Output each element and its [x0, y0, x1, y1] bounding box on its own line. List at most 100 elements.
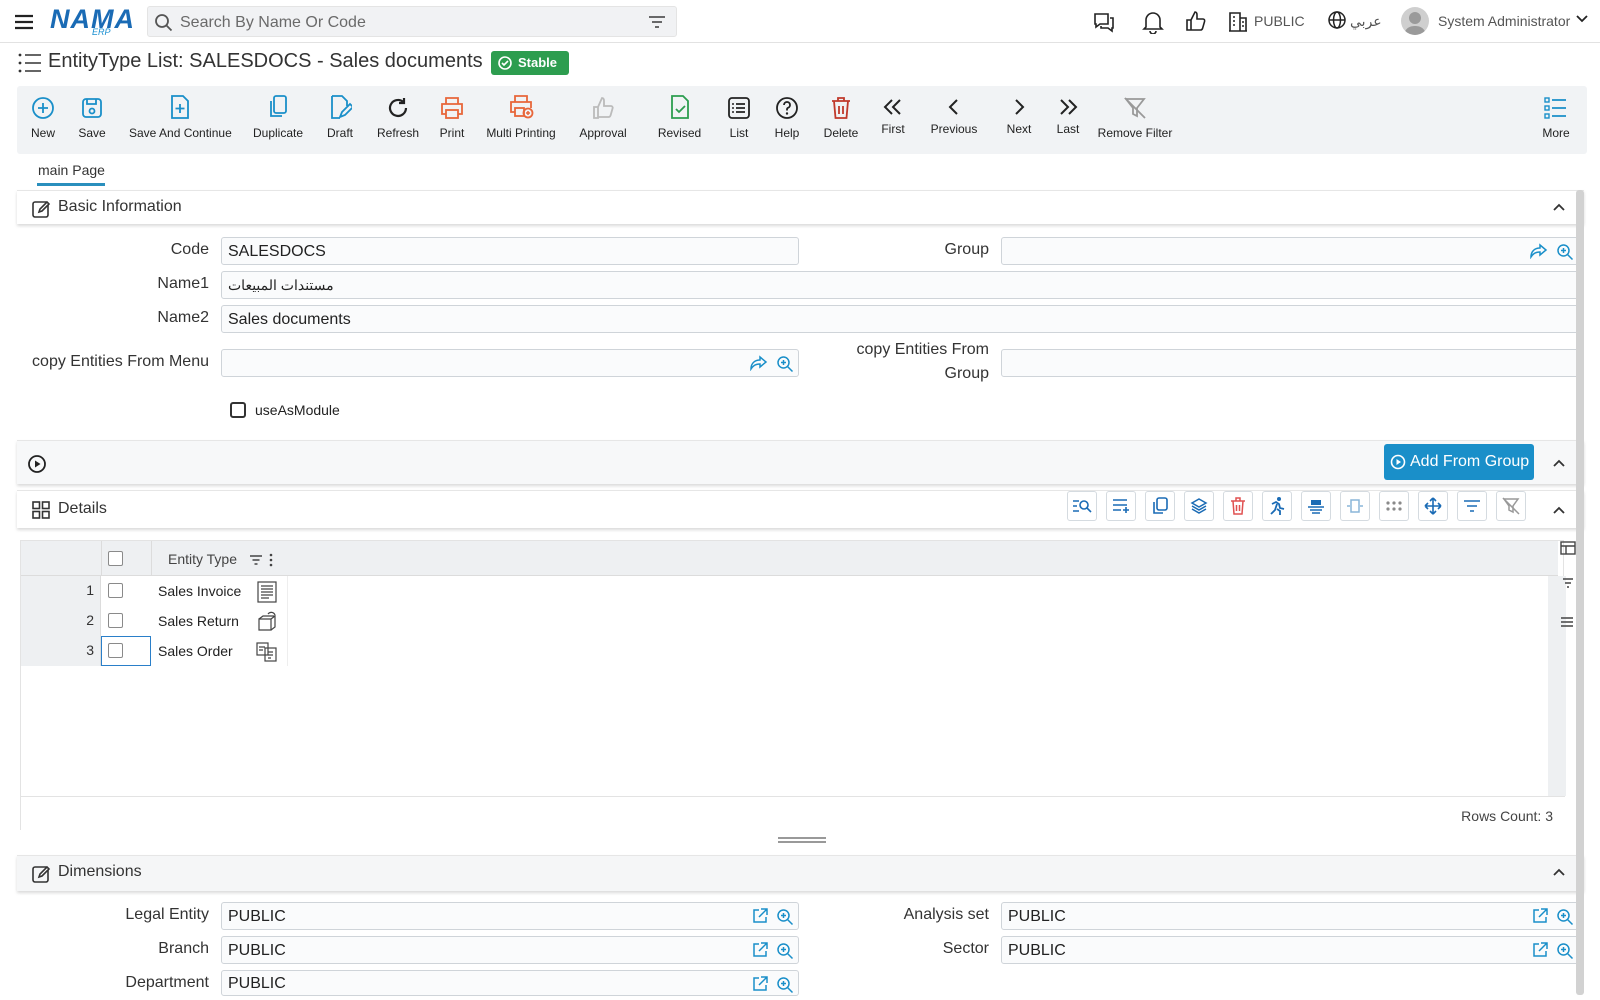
thumbs-up-icon[interactable]	[1184, 10, 1206, 32]
dots-grid-button[interactable]	[1379, 491, 1409, 521]
next-button[interactable]: Next	[1004, 94, 1034, 136]
menu-lines-icon[interactable]	[1560, 616, 1574, 628]
layers-button[interactable]	[1184, 491, 1214, 521]
share-arrow-icon[interactable]	[1530, 243, 1548, 259]
group-field[interactable]	[1001, 237, 1579, 265]
app-logo[interactable]: NAMA ERP	[50, 5, 134, 37]
hamburger-menu-icon[interactable]	[12, 10, 36, 34]
revised-button[interactable]: Revised	[657, 94, 702, 140]
table-row[interactable]: 2 Sales Return	[21, 606, 1558, 636]
row-checkbox[interactable]	[108, 643, 123, 658]
run-button[interactable]	[1262, 491, 1292, 521]
copy-row-button[interactable]	[1145, 491, 1175, 521]
search-lookup-icon[interactable]	[1556, 908, 1574, 926]
page-scrollbar[interactable]	[1576, 190, 1584, 995]
share-arrow-icon[interactable]	[750, 355, 768, 371]
copy-entities-from-group-field[interactable]	[1001, 349, 1579, 377]
list-button[interactable]: List	[727, 94, 751, 140]
copy-entities-from-menu-field[interactable]	[221, 349, 799, 377]
table-tool-button[interactable]	[1301, 491, 1331, 521]
search-lookup-icon[interactable]	[1556, 243, 1574, 261]
open-external-icon[interactable]	[752, 908, 768, 924]
name1-field[interactable]: مستندات المبيعات	[221, 271, 1579, 299]
chevron-up-icon[interactable]	[1552, 867, 1566, 877]
company-building-icon[interactable]	[1228, 10, 1248, 32]
chevron-up-icon[interactable]	[1552, 458, 1566, 468]
name2-field[interactable]: Sales documents	[221, 305, 1579, 333]
help-button[interactable]: Help	[774, 94, 800, 140]
entity-type-cell[interactable]: Sales Invoice	[152, 576, 288, 606]
search-lookup-icon[interactable]	[776, 355, 794, 373]
more-button[interactable]: More	[1541, 94, 1571, 140]
open-external-icon[interactable]	[1532, 908, 1548, 924]
legal-entity-field[interactable]: PUBLIC	[221, 902, 799, 930]
save-button[interactable]: Save	[77, 94, 107, 140]
draft-button[interactable]: Draft	[325, 94, 355, 140]
grid-filter-button[interactable]	[1457, 491, 1487, 521]
column-menu-icon[interactable]	[269, 553, 273, 567]
chat-icon[interactable]	[1092, 10, 1116, 34]
tab-main-page[interactable]: main Page	[38, 162, 105, 178]
filter-panel-icon[interactable]	[1562, 577, 1574, 589]
move-button[interactable]	[1418, 491, 1448, 521]
user-avatar[interactable]	[1401, 7, 1429, 35]
add-row-button[interactable]	[1106, 491, 1136, 521]
search-lookup-icon[interactable]	[776, 908, 794, 926]
first-button[interactable]: First	[880, 94, 906, 136]
company-name[interactable]: PUBLIC	[1254, 13, 1305, 29]
delete-row-button[interactable]	[1223, 491, 1253, 521]
table-row[interactable]: 3 Sales Order	[21, 636, 1558, 666]
duplicate-button[interactable]: Duplicate	[252, 94, 304, 140]
remove-filter-button[interactable]: Remove Filter	[1096, 94, 1174, 140]
chevron-up-icon[interactable]	[1552, 202, 1566, 212]
last-button[interactable]: Last	[1055, 94, 1081, 136]
chevron-down-icon[interactable]	[1575, 14, 1589, 24]
open-external-icon[interactable]	[1532, 942, 1548, 958]
department-field[interactable]: PUBLIC	[221, 970, 799, 996]
select-all-checkbox[interactable]	[108, 551, 123, 566]
dimensions-header[interactable]: Dimensions	[17, 855, 1584, 891]
grid-scrollbar[interactable]	[1548, 576, 1566, 796]
search-lookup-icon[interactable]	[776, 976, 794, 994]
global-search-input[interactable]: Search By Name Or Code	[147, 6, 677, 37]
bell-icon[interactable]	[1142, 10, 1164, 34]
user-name[interactable]: System Administrator	[1438, 13, 1570, 29]
filter-icon[interactable]	[648, 14, 666, 30]
search-lookup-icon[interactable]	[1556, 942, 1574, 960]
language-switch[interactable]: عربي	[1350, 13, 1382, 30]
table-row[interactable]: 1 Sales Invoice	[21, 576, 1558, 606]
open-external-icon[interactable]	[752, 942, 768, 958]
approval-button[interactable]: Approval	[577, 94, 629, 140]
print-button[interactable]: Print	[437, 94, 467, 140]
add-from-group-button[interactable]: Add From Group	[1384, 444, 1534, 480]
open-external-icon[interactable]	[752, 976, 768, 992]
row-checkbox[interactable]	[108, 583, 123, 598]
fit-columns-button[interactable]	[1340, 491, 1370, 521]
search-placeholder: Search By Name Or Code	[180, 14, 366, 31]
entity-type-cell[interactable]: Sales Order	[152, 636, 288, 666]
new-button[interactable]: New	[29, 94, 57, 140]
delete-button[interactable]: Delete	[823, 94, 859, 140]
entity-type-column-header[interactable]: Entity Type	[168, 551, 237, 567]
grid-search-button[interactable]	[1067, 491, 1097, 521]
code-field[interactable]: SALESDOCS	[221, 237, 799, 265]
sector-field[interactable]: PUBLIC	[1001, 936, 1579, 964]
column-filter-icon[interactable]	[249, 554, 263, 566]
branch-field[interactable]: PUBLIC	[221, 936, 799, 964]
play-circle-icon[interactable]	[27, 454, 47, 474]
multi-printing-button[interactable]: Multi Printing	[485, 94, 557, 140]
analysis-set-field[interactable]: PUBLIC	[1001, 902, 1579, 930]
use-as-module-checkbox[interactable]	[230, 402, 246, 418]
globe-icon[interactable]	[1327, 10, 1347, 30]
previous-button[interactable]: Previous	[930, 94, 978, 136]
row-checkbox[interactable]	[108, 613, 123, 628]
basic-information-header[interactable]: Basic Information	[17, 190, 1584, 224]
grid-remove-filter-button[interactable]	[1496, 491, 1526, 521]
entity-type-cell[interactable]: Sales Return	[152, 606, 288, 636]
save-and-continue-button[interactable]: Save And Continue	[129, 94, 232, 140]
search-lookup-icon[interactable]	[776, 942, 794, 960]
columns-panel-icon[interactable]	[1560, 541, 1576, 555]
refresh-button[interactable]: Refresh	[374, 94, 422, 140]
resize-grip[interactable]	[778, 837, 826, 843]
chevron-up-icon[interactable]	[1552, 505, 1566, 515]
